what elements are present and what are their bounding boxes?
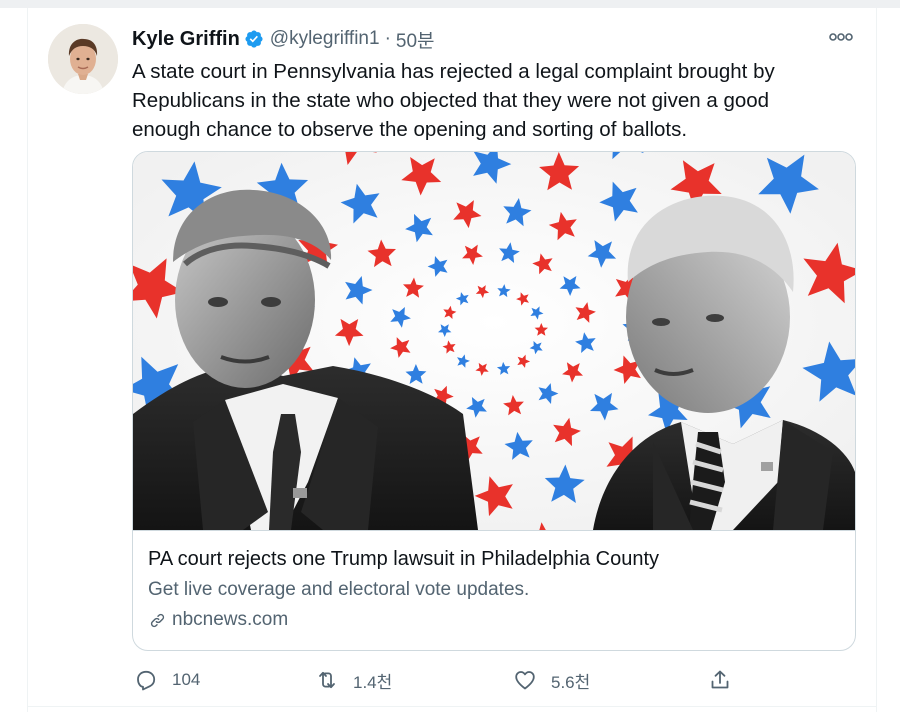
like-count: 5.6천 (551, 672, 591, 692)
tweet-header: Kyle Griffin @kylegriffin1 · 50분 (132, 26, 435, 52)
reply-icon (137, 670, 156, 691)
tweet-action-bar: 104 1.4천 5.6천 (0, 666, 900, 694)
avatar[interactable] (48, 24, 118, 94)
retweet-icon (319, 671, 335, 689)
author-handle[interactable]: @kylegriffin1 (270, 28, 380, 50)
reply-count: 104 (172, 670, 201, 689)
column-border-left (27, 8, 28, 712)
share-icon (711, 670, 729, 689)
header-separator: · (384, 28, 391, 49)
like-icon (515, 671, 535, 690)
card-domain: nbcnews.com (172, 609, 289, 630)
author-display-name[interactable]: Kyle Griffin (132, 28, 240, 51)
tweet-bottom-divider (27, 706, 877, 707)
card-image (133, 152, 855, 530)
retweet-button[interactable]: 1.4천 (315, 666, 392, 694)
card-description: Get live coverage and electoral vote upd… (148, 579, 530, 600)
card-title[interactable]: PA court rejects one Trump lawsuit in Ph… (148, 548, 659, 571)
link-card[interactable]: PA court rejects one Trump lawsuit in Ph… (132, 151, 856, 651)
tweet-timestamp[interactable]: 50분 (396, 26, 435, 53)
share-button[interactable] (708, 666, 732, 694)
more-options-icon[interactable] (826, 28, 856, 46)
like-button[interactable]: 5.6천 (513, 666, 590, 694)
avatar-image (48, 24, 118, 94)
retweet-count: 1.4천 (353, 672, 393, 692)
card-link-row[interactable]: nbcnews.com (148, 609, 288, 631)
reply-button[interactable]: 104 (134, 666, 200, 694)
column-border-right (876, 8, 877, 712)
timeline-top-strip (0, 0, 900, 8)
tweet-text: A state court in Pennsylvania has reject… (132, 60, 775, 141)
link-icon (150, 613, 165, 627)
card-divider (133, 530, 855, 531)
verified-badge-icon (245, 30, 263, 48)
